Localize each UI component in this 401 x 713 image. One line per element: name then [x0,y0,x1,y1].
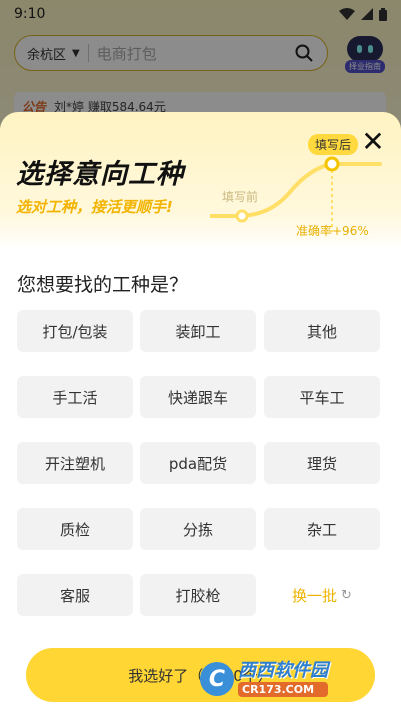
job-chip[interactable]: 客服 [17,574,133,616]
job-type-sheet: ✕ 选择意向工种 选对工种，接活更顺手! 填写前 填写后 准确率+96% 您想要… [0,112,401,713]
refresh-icon: ↻ [341,587,352,603]
job-chip[interactable]: 手工活 [17,376,133,418]
sheet-title: 选择意向工种 [16,159,184,190]
watermark: C 西西软件园 CR173.COM [200,659,390,699]
job-chip[interactable]: 理货 [264,442,380,484]
watermark-site: CR173.COM [238,681,328,697]
sheet-subtitle: 选对工种，接活更顺手! [16,198,173,216]
job-chip[interactable]: 其他 [264,310,380,352]
job-chip[interactable]: 打包/包装 [17,310,133,352]
job-chip[interactable]: 杂工 [264,508,380,550]
job-chip[interactable]: 装卸工 [140,310,256,352]
job-chip[interactable]: 快递跟车 [140,376,256,418]
graph-before-label: 填写前 [222,190,259,204]
watermark-logo-icon: C [200,662,234,696]
job-chip[interactable]: 开注塑机 [17,442,133,484]
refresh-label: 换一批 [292,586,338,605]
graph-accuracy-label: 准确率+96% [296,224,369,238]
refresh-button[interactable]: 换一批 ↻ [264,574,380,616]
job-chip[interactable]: 质检 [17,508,133,550]
question-label: 您想要找的工种是？ [17,274,189,296]
job-chip[interactable]: pda配货 [140,442,256,484]
after-dot [324,156,340,172]
job-chip[interactable]: 分拣 [140,508,256,550]
job-chip[interactable]: 平车工 [264,376,380,418]
before-dot [235,209,249,223]
graph-after-label: 填写后 [308,134,359,155]
job-chip[interactable]: 打胶枪 [140,574,256,616]
watermark-name: 西西软件园 [238,659,328,681]
